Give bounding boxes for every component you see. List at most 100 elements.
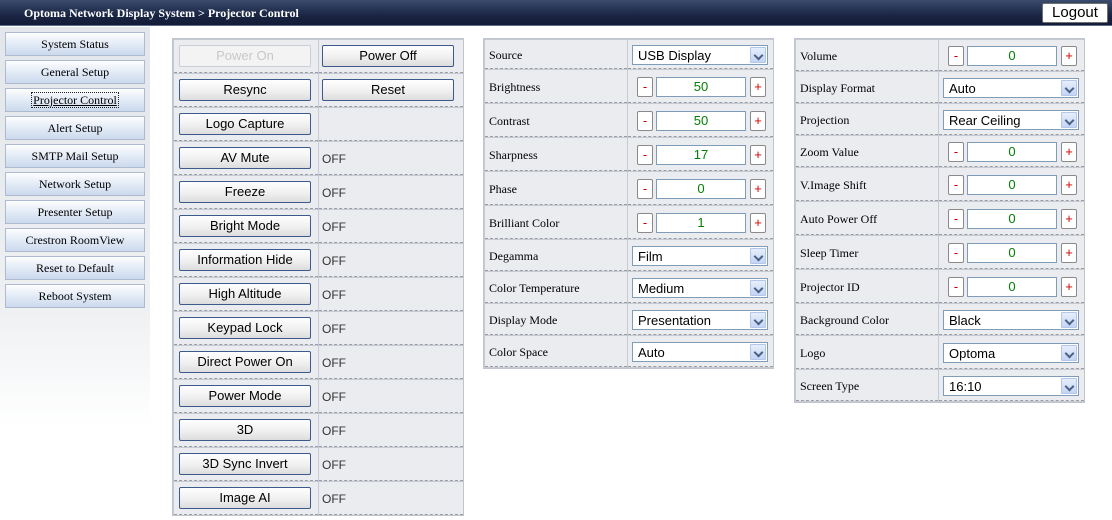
sharpness-label: Sharpness xyxy=(489,148,538,162)
color-temperature-value: Medium xyxy=(638,281,685,296)
sidebar-item-reset-to-default[interactable]: Reset to Default xyxy=(5,256,145,280)
source-select[interactable]: USB Display xyxy=(632,45,768,65)
projection-select[interactable]: Rear Ceiling xyxy=(943,110,1079,130)
v-image-shift-input[interactable]: 0 xyxy=(967,175,1057,195)
brilliant-color-input[interactable]: 1 xyxy=(656,213,746,233)
projector-id-input[interactable]: 0 xyxy=(967,277,1057,297)
display-format-value: Auto xyxy=(949,81,976,96)
header-bar: Optoma Network Display System > Projecto… xyxy=(0,0,1112,26)
sidebar-item-label: SMTP Mail Setup xyxy=(31,149,119,163)
v-image-shift-label: V.Image Shift xyxy=(800,178,867,192)
sidebar-item-smtp-mail-setup[interactable]: SMTP Mail Setup xyxy=(5,144,145,168)
projection-label: Projection xyxy=(800,113,850,127)
logo-capture-button[interactable]: Logo Capture xyxy=(179,113,311,135)
projection-value: Rear Ceiling xyxy=(949,113,1021,128)
brilliant-color-increment-button[interactable]: + xyxy=(750,213,766,233)
chevron-down-icon xyxy=(750,312,766,328)
sidebar-item-system-status[interactable]: System Status xyxy=(5,32,145,56)
sidebar-item-network-setup[interactable]: Network Setup xyxy=(5,172,145,196)
3d-sync-invert-state: OFF xyxy=(322,458,346,472)
sidebar-item-presenter-setup[interactable]: Presenter Setup xyxy=(5,200,145,224)
state-cell xyxy=(319,108,463,141)
projector-id-decrement-button[interactable]: - xyxy=(948,277,964,297)
contrast-decrement-button[interactable]: - xyxy=(637,111,653,131)
image-ai-button[interactable]: Image AI xyxy=(179,487,311,509)
display-format-select[interactable]: Auto xyxy=(943,78,1079,98)
display-format-label: Display Format xyxy=(800,81,875,95)
sidebar-item-label: Crestron RoomView xyxy=(25,233,125,247)
zoom-value-input[interactable]: 0 xyxy=(967,142,1057,162)
reset-button[interactable]: Reset xyxy=(322,79,454,101)
sidebar-item-general-setup[interactable]: General Setup xyxy=(5,60,145,84)
volume-decrement-button[interactable]: - xyxy=(948,46,964,66)
contrast-input[interactable]: 50 xyxy=(656,111,746,131)
information-hide-button[interactable]: Information Hide xyxy=(179,249,311,271)
logo-select[interactable]: Optoma xyxy=(943,343,1079,363)
auto-power-off-decrement-button[interactable]: - xyxy=(948,209,964,229)
chevron-down-icon xyxy=(1061,345,1077,361)
chevron-down-icon xyxy=(750,280,766,296)
sidebar-item-label: Reset to Default xyxy=(36,261,114,275)
zoom-value-increment-button[interactable]: + xyxy=(1061,142,1077,162)
zoom-value-decrement-button[interactable]: - xyxy=(948,142,964,162)
power-on-button: Power On xyxy=(179,45,311,67)
sleep-timer-decrement-button[interactable]: - xyxy=(948,243,964,263)
auto-power-off-increment-button[interactable]: + xyxy=(1061,209,1077,229)
degamma-select[interactable]: Film xyxy=(632,246,768,266)
sidebar-item-alert-setup[interactable]: Alert Setup xyxy=(5,116,145,140)
sleep-timer-increment-button[interactable]: + xyxy=(1061,243,1077,263)
power-off-button[interactable]: Power Off xyxy=(322,45,454,67)
bright-mode-button[interactable]: Bright Mode xyxy=(179,215,311,237)
degamma-label: Degamma xyxy=(489,249,539,263)
freeze-button[interactable]: Freeze xyxy=(179,181,311,203)
projector-id-increment-button[interactable]: + xyxy=(1061,277,1077,297)
sidebar-item-projector-control[interactable]: Projector Control xyxy=(5,88,145,112)
brightness-input[interactable]: 50 xyxy=(656,77,746,97)
logo-label: Logo xyxy=(800,346,826,360)
logo-value: Optoma xyxy=(949,346,996,361)
sharpness-input[interactable]: 17 xyxy=(656,145,746,165)
phase-increment-button[interactable]: + xyxy=(750,179,766,199)
sidebar-item-reboot-system[interactable]: Reboot System xyxy=(5,284,145,308)
background-color-label: Background Color xyxy=(800,313,889,327)
display-mode-select[interactable]: Presentation xyxy=(632,310,768,330)
color-temperature-select[interactable]: Medium xyxy=(632,278,768,298)
chevron-down-icon xyxy=(1061,312,1077,328)
high-altitude-button[interactable]: High Altitude xyxy=(179,283,311,305)
sidebar-item-label: Alert Setup xyxy=(47,121,103,135)
phase-decrement-button[interactable]: - xyxy=(637,179,653,199)
direct-power-on-state: OFF xyxy=(322,356,346,370)
brilliant-color-label: Brilliant Color xyxy=(489,216,560,230)
logout-button[interactable]: Logout xyxy=(1042,3,1108,23)
color-space-label: Color Space xyxy=(489,345,548,359)
brightness-decrement-button[interactable]: - xyxy=(637,77,653,97)
resync-button[interactable]: Resync xyxy=(179,79,311,101)
phase-label: Phase xyxy=(489,182,517,196)
v-image-shift-decrement-button[interactable]: - xyxy=(948,175,964,195)
volume-input[interactable]: 0 xyxy=(967,46,1057,66)
direct-power-on-button[interactable]: Direct Power On xyxy=(179,351,311,373)
3d-sync-invert-button[interactable]: 3D Sync Invert xyxy=(179,453,311,475)
keypad-lock-button[interactable]: Keypad Lock xyxy=(179,317,311,339)
brightness-increment-button[interactable]: + xyxy=(750,77,766,97)
color-space-select[interactable]: Auto xyxy=(632,342,768,362)
phase-input[interactable]: 0 xyxy=(656,179,746,199)
av-mute-button[interactable]: AV Mute xyxy=(179,147,311,169)
sharpness-increment-button[interactable]: + xyxy=(750,145,766,165)
zoom-value-label: Zoom Value xyxy=(800,145,859,159)
contrast-increment-button[interactable]: + xyxy=(750,111,766,131)
v-image-shift-increment-button[interactable]: + xyxy=(1061,175,1077,195)
auto-power-off-input[interactable]: 0 xyxy=(967,209,1057,229)
power-mode-button[interactable]: Power Mode xyxy=(179,385,311,407)
background-color-select[interactable]: Black xyxy=(943,310,1079,330)
3d-button[interactable]: 3D xyxy=(179,419,311,441)
keypad-lock-state: OFF xyxy=(322,322,346,336)
sleep-timer-input[interactable]: 0 xyxy=(967,243,1057,263)
sidebar-item-crestron-roomview[interactable]: Crestron RoomView xyxy=(5,228,145,252)
brilliant-color-decrement-button[interactable]: - xyxy=(637,213,653,233)
screen-type-select[interactable]: 16:10 xyxy=(943,376,1079,396)
sharpness-decrement-button[interactable]: - xyxy=(637,145,653,165)
sleep-timer-label: Sleep Timer xyxy=(800,246,859,260)
volume-increment-button[interactable]: + xyxy=(1061,46,1077,66)
chevron-down-icon xyxy=(750,47,766,63)
